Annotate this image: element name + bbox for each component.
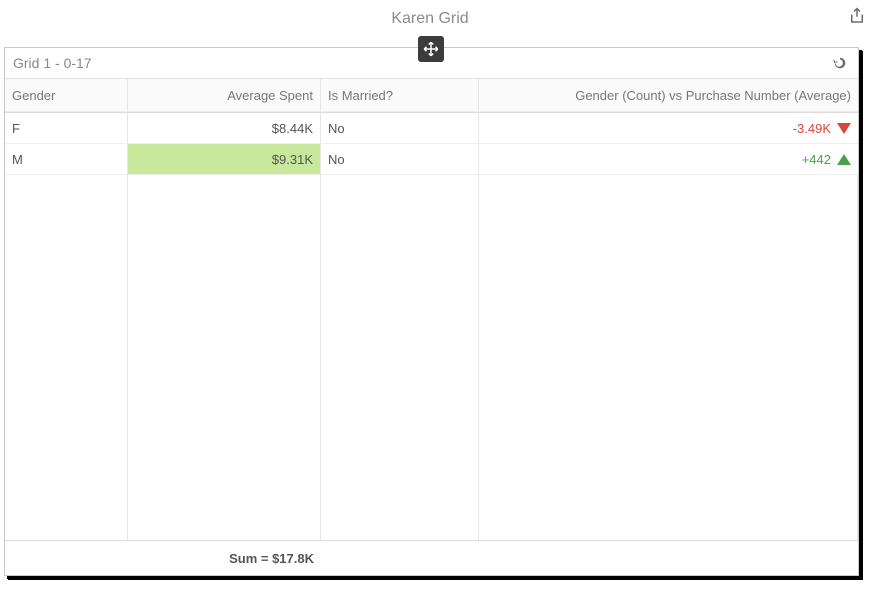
share-icon[interactable] — [848, 7, 868, 27]
table-row[interactable]: M $9.31K No +442 — [5, 144, 858, 175]
undo-icon[interactable] — [830, 53, 850, 73]
cell-gender: F — [5, 113, 128, 144]
table-row[interactable]: F $8.44K No -3.49K — [5, 113, 858, 144]
footer-sum: Sum = $17.8K — [128, 541, 321, 575]
cell-is-married: No — [321, 144, 479, 175]
column-header-gender[interactable]: Gender — [5, 79, 128, 112]
trend-down-icon — [837, 123, 851, 134]
panel-title: Grid 1 - 0-17 — [13, 55, 92, 71]
column-header-row: Gender Average Spent Is Married? Gender … — [5, 79, 858, 113]
column-header-is-married[interactable]: Is Married? — [321, 79, 479, 112]
cell-avg-spent: $9.31K — [128, 144, 321, 175]
cell-avg-spent: $8.44K — [128, 113, 321, 144]
move-handle-icon[interactable] — [418, 36, 444, 62]
delta-value: +442 — [802, 152, 831, 167]
cell-delta: +442 — [479, 144, 858, 175]
delta-value: -3.49K — [793, 121, 831, 136]
trend-up-icon — [837, 154, 851, 165]
cell-delta: -3.49K — [479, 113, 858, 144]
page-title: Karen Grid — [0, 10, 860, 28]
column-header-delta[interactable]: Gender (Count) vs Purchase Number (Avera… — [479, 79, 858, 112]
cell-is-married: No — [321, 113, 479, 144]
grid-empty-area — [5, 175, 858, 540]
grid-footer: Sum = $17.8K — [5, 540, 858, 575]
cell-gender: M — [5, 144, 128, 175]
column-header-avg-spent[interactable]: Average Spent — [128, 79, 321, 112]
grid-panel: Grid 1 - 0-17 Gender Average Spent Is Ma… — [4, 47, 859, 576]
grid: Gender Average Spent Is Married? Gender … — [5, 79, 858, 575]
